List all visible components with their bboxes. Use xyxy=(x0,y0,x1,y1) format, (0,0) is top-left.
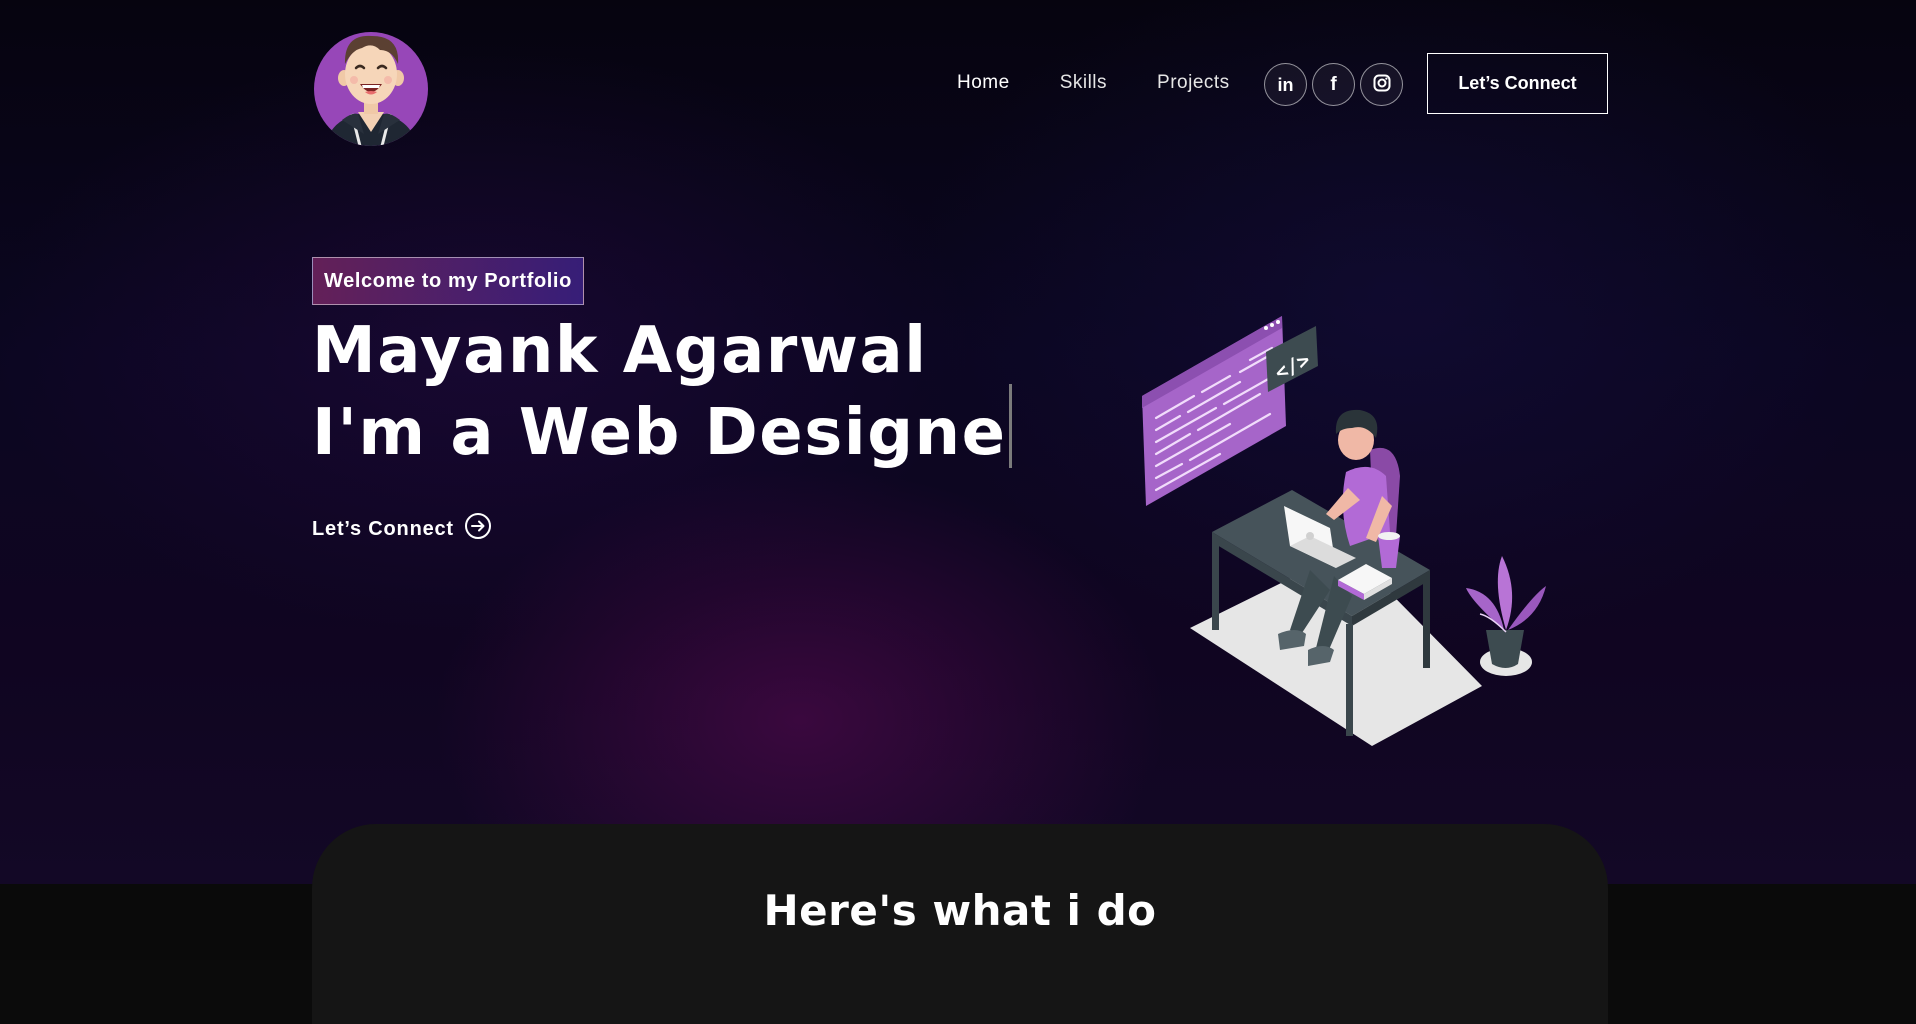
hero-connect-link[interactable]: Let’s Connect xyxy=(312,512,492,546)
nav-link-projects[interactable]: Projects xyxy=(1157,72,1230,94)
instagram-button[interactable] xyxy=(1360,63,1403,106)
hero-typed-line: I'm a Web Designe xyxy=(312,384,1012,468)
services-section: Here's what i do xyxy=(312,824,1608,1024)
text-cursor xyxy=(1008,384,1012,468)
developer-illustration: </> xyxy=(1120,300,1560,760)
arrow-right-circle-icon xyxy=(464,512,492,546)
facebook-icon: f xyxy=(1330,74,1337,95)
lets-connect-button[interactable]: Let’s Connect xyxy=(1427,53,1608,114)
typed-text: I'm a Web Designe xyxy=(312,396,1007,470)
hero-headline: Mayank Agarwal I'm a Web Designe xyxy=(312,318,1012,468)
linkedin-button[interactable]: in xyxy=(1264,63,1307,106)
facebook-button[interactable]: f xyxy=(1312,63,1355,106)
cta-label: Let’s Connect xyxy=(312,517,454,540)
instagram-icon xyxy=(1373,74,1391,96)
services-title: Here's what i do xyxy=(763,886,1157,935)
welcome-tagline: Welcome to my Portfolio xyxy=(312,257,584,305)
linkedin-icon: in xyxy=(1277,74,1294,95)
nav-link-home[interactable]: Home xyxy=(957,72,1010,94)
nav-link-skills[interactable]: Skills xyxy=(1060,72,1107,94)
logo-avatar[interactable] xyxy=(312,28,430,146)
hero-name: Mayank Agarwal xyxy=(312,314,928,388)
main-nav: Home Skills Projects xyxy=(957,72,1280,94)
